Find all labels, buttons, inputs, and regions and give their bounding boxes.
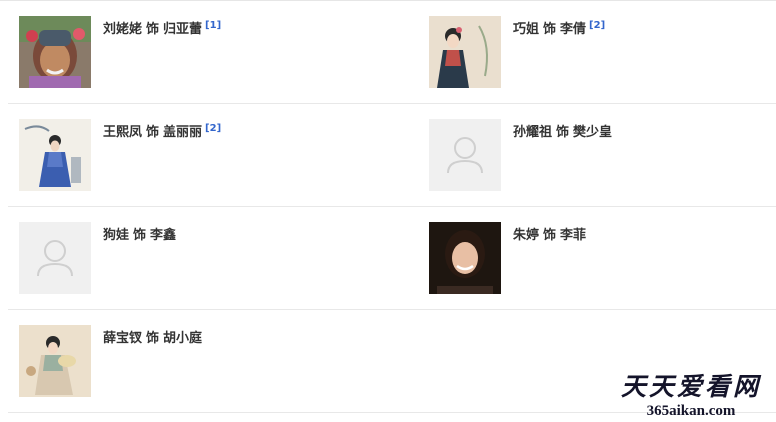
- cast-item: 巧姐饰李倩 [2]: [429, 16, 769, 88]
- actor-name[interactable]: 狗娃: [103, 228, 129, 243]
- separator-label: 饰: [133, 228, 147, 243]
- site-watermark-logo: 天天爱看网 365aikan.com: [616, 372, 766, 420]
- actor-name[interactable]: 巧姐: [513, 22, 539, 37]
- cast-name-line: 朱婷饰李菲: [513, 224, 586, 243]
- separator-label: 饰: [543, 228, 557, 243]
- avatar-placeholder-icon[interactable]: [429, 119, 501, 191]
- actor-name[interactable]: 王熙凤: [103, 125, 142, 140]
- role-name[interactable]: 胡小庭: [163, 331, 202, 346]
- cast-row: 刘姥姥饰归亚蕾 [1] 巧姐饰李倩 [2]: [0, 1, 776, 104]
- actor-name[interactable]: 孙耀祖: [513, 125, 552, 140]
- watermark-title: 天天爱看网: [620, 372, 761, 401]
- cast-name-line: 狗娃饰李鑫: [103, 224, 176, 243]
- actor-name[interactable]: 朱婷: [513, 228, 539, 243]
- cast-photo-zhuting[interactable]: [429, 222, 501, 294]
- role-name[interactable]: 樊少皇: [573, 125, 612, 140]
- cast-photo-wangxifeng[interactable]: [19, 119, 91, 191]
- cast-row: 狗娃饰李鑫 朱婷饰李菲: [0, 207, 776, 310]
- cast-name-line: 薛宝钗饰胡小庭: [103, 327, 202, 346]
- separator-label: 饰: [556, 125, 570, 140]
- role-name[interactable]: 李菲: [560, 228, 586, 243]
- separator-label: 饰: [543, 22, 557, 37]
- separator-label: 饰: [146, 331, 160, 346]
- cast-row: 王熙凤饰盖丽丽 [2] 孙耀祖饰樊少皇: [0, 104, 776, 207]
- cast-item: 朱婷饰李菲: [429, 222, 769, 294]
- citation-link[interactable]: [2]: [589, 20, 605, 31]
- separator-label: 饰: [146, 125, 160, 140]
- cast-name-line: 孙耀祖饰樊少皇: [513, 121, 612, 140]
- cast-name-line: 刘姥姥饰归亚蕾 [1]: [103, 18, 221, 37]
- cast-item: 孙耀祖饰樊少皇: [429, 119, 769, 191]
- cast-name-line: 王熙凤饰盖丽丽 [2]: [103, 121, 221, 140]
- role-name[interactable]: 盖丽丽: [163, 125, 202, 140]
- citation-link[interactable]: [1]: [205, 20, 221, 31]
- cast-name-line: 巧姐饰李倩 [2]: [513, 18, 605, 37]
- cast-item: 刘姥姥饰归亚蕾 [1]: [19, 16, 399, 88]
- role-name[interactable]: 李鑫: [150, 228, 176, 243]
- cast-photo-liulaolao[interactable]: [19, 16, 91, 88]
- actor-name[interactable]: 刘姥姥: [103, 22, 142, 37]
- watermark-url: 365aikan.com: [646, 403, 736, 419]
- cast-item: 王熙凤饰盖丽丽 [2]: [19, 119, 399, 191]
- cast-list: 刘姥姥饰归亚蕾 [1] 巧姐饰李倩 [2] 王熙凤 饰 盖丽丽 [2] 孙耀祖 …: [0, 1, 776, 413]
- cast-item: 狗娃饰李鑫: [19, 222, 399, 294]
- cast-item: 薛宝钗饰胡小庭: [19, 325, 399, 397]
- actor-name[interactable]: 薛宝钗: [103, 331, 142, 346]
- cast-photo-qiaojie[interactable]: [429, 16, 501, 88]
- role-name[interactable]: 归亚蕾: [163, 22, 202, 37]
- role-name[interactable]: 李倩: [560, 22, 586, 37]
- avatar-placeholder-icon[interactable]: [19, 222, 91, 294]
- citation-link[interactable]: [2]: [205, 123, 221, 134]
- cast-photo-xuebaochai[interactable]: [19, 325, 91, 397]
- separator-label: 饰: [146, 22, 160, 37]
